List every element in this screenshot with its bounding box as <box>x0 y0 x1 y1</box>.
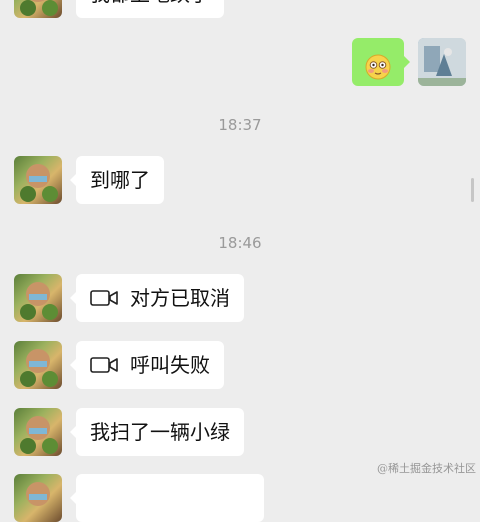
watermark: @稀土掘金技术社区 <box>377 462 476 475</box>
call-status-text: 呼叫失败 <box>130 353 210 377</box>
video-call-icon <box>90 290 118 306</box>
message-bubble-incoming[interactable]: 我扫了一辆小绿 <box>70 408 244 456</box>
message-bubble-outgoing[interactable] <box>352 38 410 86</box>
message-text: 我扫了一辆小绿 <box>90 420 230 444</box>
timestamp: 18:46 <box>218 234 262 252</box>
message-bubble-incoming[interactable]: 到哪了 <box>70 156 164 204</box>
video-call-bubble[interactable]: 对方已取消 <box>70 274 244 322</box>
contact-avatar[interactable] <box>14 274 62 322</box>
my-avatar[interactable] <box>418 38 466 86</box>
timestamp: 18:37 <box>218 116 262 134</box>
message-text: 到哪了 <box>90 168 150 192</box>
message-bubble-incoming-partial[interactable] <box>70 474 264 522</box>
video-call-icon <box>90 357 118 373</box>
contact-avatar[interactable] <box>14 474 62 522</box>
contact-avatar[interactable] <box>14 341 62 389</box>
message-text: 我都上地跌了 <box>90 0 210 18</box>
message-bubble-incoming[interactable]: 我都上地跌了 <box>76 0 224 18</box>
call-status-text: 对方已取消 <box>130 286 230 310</box>
scroll-indicator[interactable] <box>471 178 474 202</box>
contact-avatar[interactable] <box>14 0 62 18</box>
contact-avatar[interactable] <box>14 156 62 204</box>
chat-view: 我都上地跌了 18:37 <box>0 0 480 522</box>
contact-avatar[interactable] <box>14 408 62 456</box>
video-call-bubble[interactable]: 呼叫失败 <box>70 341 224 389</box>
flushed-face-emoji-icon <box>365 49 391 80</box>
